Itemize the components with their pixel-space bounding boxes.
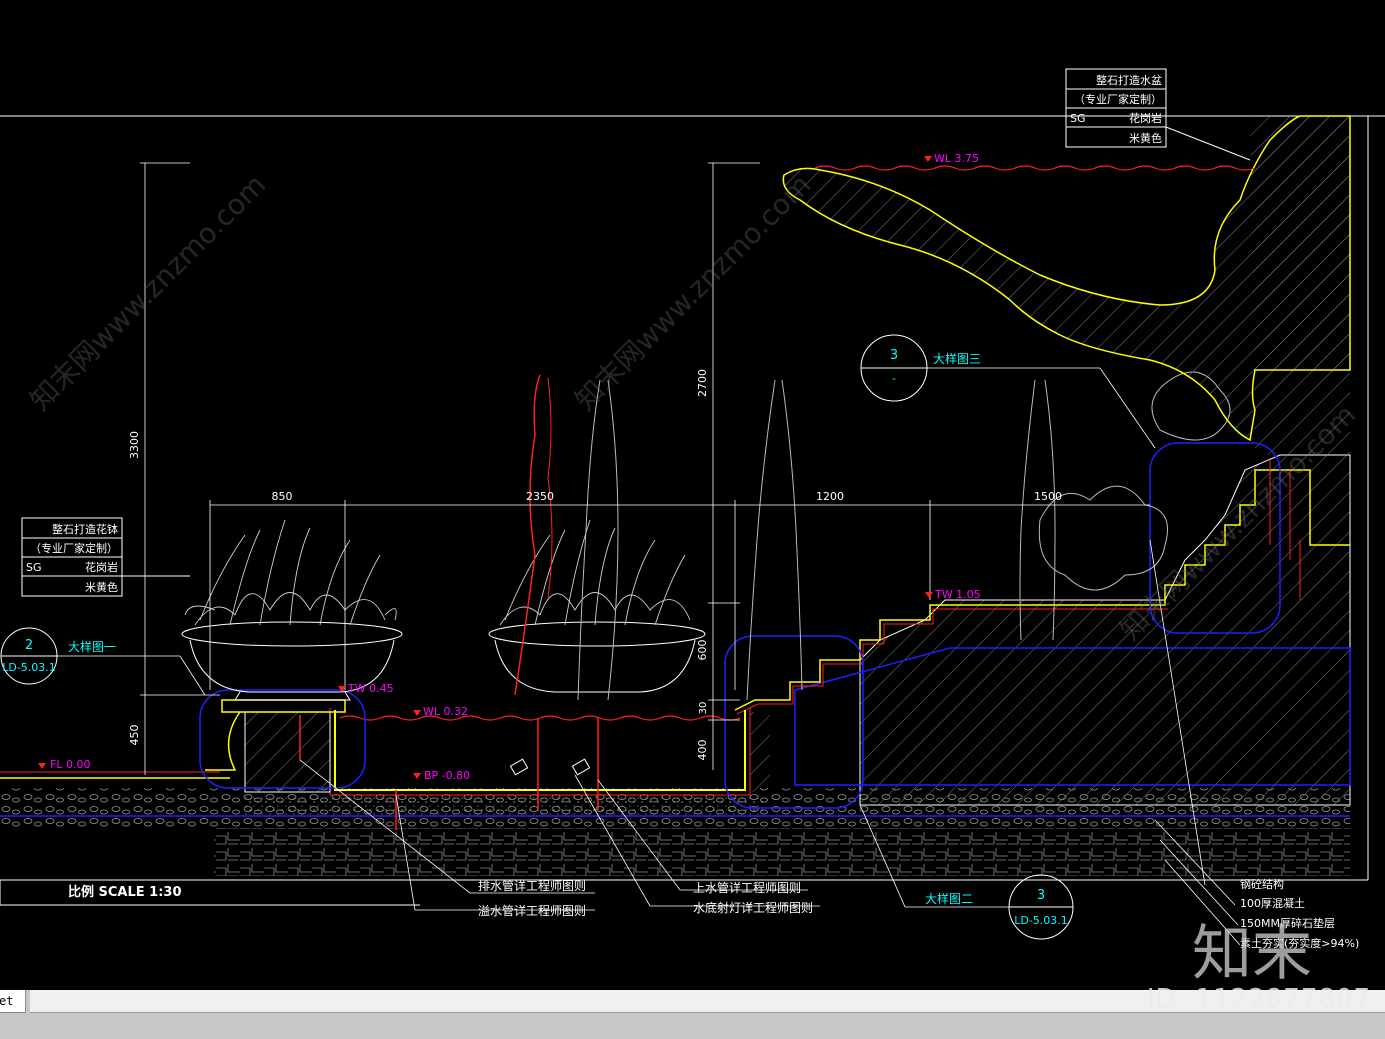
callout1-num: 2 [25,638,33,653]
tab-sheet[interactable]: et [0,990,26,1013]
dim-1200: 1200 [816,490,844,503]
legend-planter-code: SG [26,561,42,574]
planter-mid-foliage [499,519,691,626]
dim-30: 30 [698,702,709,715]
earth-layer [214,828,1350,876]
layer-structure: 钢砼结构 [1240,877,1284,891]
callout2-num: 3 [1037,888,1045,903]
legend-basin-title: 整石打造水盆 [1096,73,1162,87]
note-supply: 上水管详工程师图则 [693,880,801,895]
pool-water-line [339,715,741,721]
dim-3300: 3300 [128,431,141,459]
callout1-label: 大样图一 [68,639,116,654]
note-drain: 排水管详工程师图则 [478,878,586,893]
callout3-num: 3 [890,348,898,363]
note-light: 水底射灯详工程师图则 [693,900,813,915]
dim-450: 450 [128,725,141,746]
dim-850: 850 [272,490,293,503]
legend-basin-sub: （专业厂家定制） [1074,92,1162,106]
section-drawing: 3300 450 2700 600 30 400 850 2350 1200 1… [0,68,1385,950]
planter-mid [488,621,706,693]
callout3-label: 大样图三 [933,351,981,366]
note-overflow: 溢水管详工程师图则 [478,903,586,918]
basin-pedestal [221,699,346,713]
level-tw-upper: TW 1.05 [934,588,981,601]
legend-planter-title: 整石打造花钵 [52,522,118,536]
legend-planter-material: 花岗岩 [85,560,118,574]
legend-basin-color: 米黄色 [1129,131,1162,145]
callout2-label: 大样图二 [925,891,973,906]
dim-600: 600 [696,640,709,661]
dim-2350: 2350 [526,490,554,503]
legend-basin-code: SG [1070,112,1086,125]
callout1-ref: LD-5.03.1 [2,661,56,674]
level-bp: BP -0.80 [424,769,470,782]
dim-2700: 2700 [696,369,709,397]
legend-basin-material: 花岗岩 [1129,111,1162,125]
dim-1500: 1500 [1034,490,1062,503]
underwater-lights [509,758,591,776]
level-tw-basin: TW 0.45 [347,682,394,695]
scale-label: 比例 SCALE 1:30 [68,884,182,900]
cad-viewport[interactable]: 3300 450 2700 600 30 400 850 2350 1200 1… [0,0,1385,1039]
legend-planter-sub: （专业厂家定制） [30,541,118,555]
pool-basin [334,710,746,791]
fountain-jet-red [514,374,541,696]
tree-right-1 [746,379,803,701]
planter-left-foliage [184,519,397,626]
level-fl: FL 0.00 [50,758,90,771]
id-watermark: ID: 1122877807 [1146,984,1371,1014]
brand-watermark: 知末 [1192,919,1312,989]
level-wl-top: WL 3.75 [934,152,979,165]
level-wl-pool: WL 0.32 [423,705,468,718]
callout2-ref: LD-5.03.1 [1014,914,1068,927]
legend-planter-color: 米黄色 [85,580,118,594]
dim-400: 400 [696,740,709,761]
callout3-ref: - [892,372,896,385]
